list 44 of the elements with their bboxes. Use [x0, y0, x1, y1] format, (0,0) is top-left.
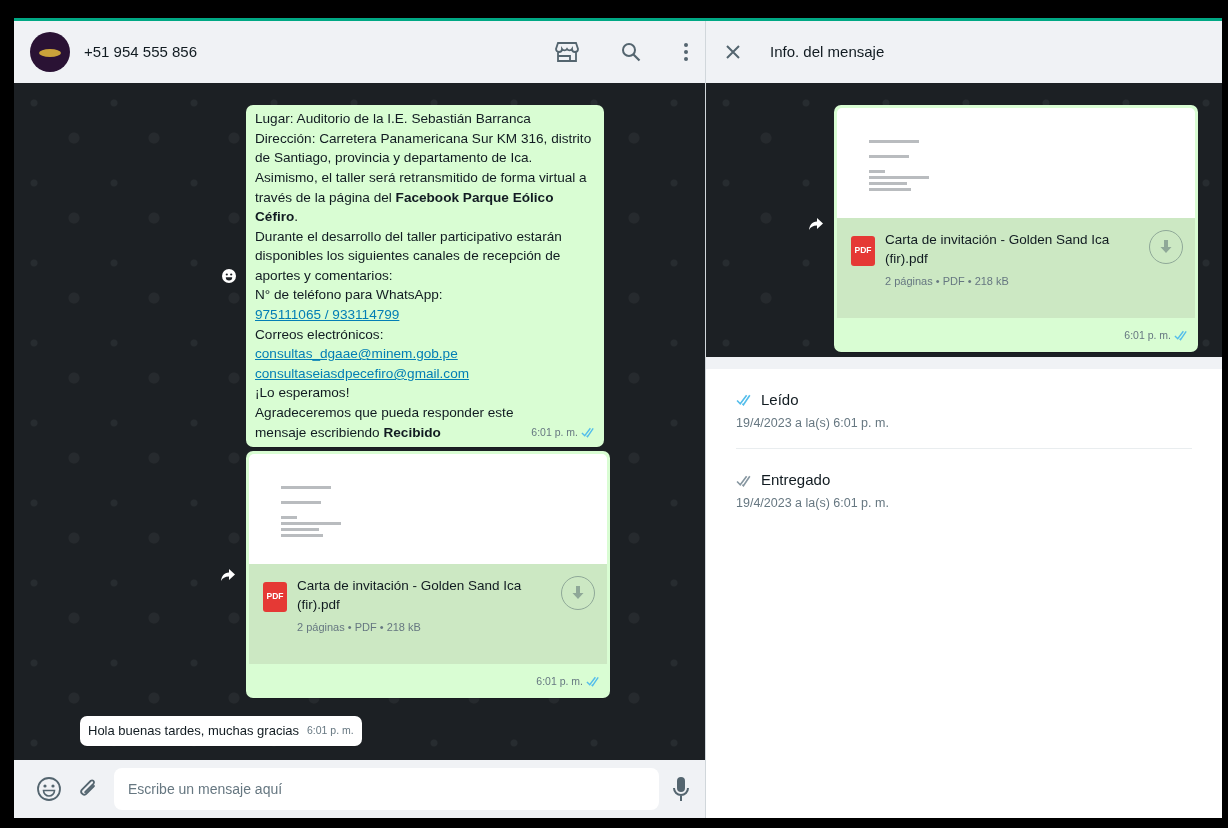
- timestamp: 6:01 p. m.: [1124, 327, 1171, 343]
- message-text: Lugar: Auditorio de la I.E. Sebastián Barranca: [255, 110, 532, 129]
- message-text: N° de teléfono para WhatsApp:: [255, 286, 444, 305]
- file-details: 2 páginas • PDF • 218 kB: [297, 620, 422, 636]
- panel-title: Info. del mensaje: [770, 41, 885, 62]
- avatar[interactable]: [30, 32, 70, 72]
- forward-icon[interactable]: [220, 567, 236, 582]
- timestamp: 6:01 p. m.: [531, 424, 578, 440]
- file-name: Carta de invitación - Golden Sand Ica (fir).pdf: [885, 231, 1111, 268]
- download-arrow-icon: [572, 586, 584, 601]
- emoji-icon[interactable]: [36, 776, 62, 802]
- message-text: Asimismo, el taller será retransmitido de forma virtual a través de la página del Facebook Parque Eólico Céfiro.: [255, 168, 588, 227]
- message-input[interactable]: Escribe un mensaje aquí: [114, 768, 659, 810]
- message-text: Durante el desarrollo del taller participativo estarán disponibles los siguientes canales de recepción de aportes y comentarios:: [255, 227, 563, 285]
- receipt-time: 19/4/2023 a la(s) 6:01 p. m.: [736, 494, 890, 512]
- forward-icon[interactable]: [808, 217, 824, 231]
- document-message-bubble[interactable]: PDF Carta de invitación - Golden Sand Ica (fir).pdf 2 páginas • PDF • 218 kB 6:01 p. m.: [834, 105, 1198, 353]
- receipt-status: Leído: [761, 390, 799, 410]
- message-link[interactable]: consultaseiasdpecefiro@gmail.com: [255, 363, 596, 384]
- microphone-icon[interactable]: [673, 776, 689, 802]
- message-text: Hola buenas tardes, muchas gracias: [88, 722, 299, 741]
- file-type-badge: PDF: [851, 236, 875, 266]
- file-details: 2 páginas • PDF • 218 kB: [885, 274, 1010, 289]
- message-text: Correos electrónicos:: [255, 325, 385, 344]
- document-message-bubble[interactable]: PDF Carta de invitación - Golden Sand Ica (fir).pdf 2 páginas • PDF • 218 kB 6:01 p. m.: [246, 451, 610, 699]
- timestamp: 6:01 p. m.: [536, 673, 583, 689]
- message-text: Dirección: Carretera Panamericana Sur KM 316, distrito de Santiago, provincia y departamento de Ica.: [255, 129, 593, 168]
- message-link[interactable]: 975111065 / 933114799: [255, 305, 596, 325]
- search-icon[interactable]: [621, 42, 641, 62]
- close-icon[interactable]: [726, 45, 740, 59]
- download-arrow-icon: [1160, 240, 1172, 254]
- store-icon[interactable]: [555, 41, 579, 63]
- receipt-status: Entregado: [761, 470, 831, 491]
- message-text: ¡Lo esperamos!: [255, 384, 351, 403]
- message-link[interactable]: consultas_dgaae@minem.gob.pe: [255, 344, 596, 364]
- file-name: Carta de invitación - Golden Sand Ica (fir).pdf: [297, 577, 523, 615]
- timestamp: 6:01 p. m.: [307, 723, 354, 739]
- message-text: Agradeceremos que pueda responder este mensaje escribiendo Recibido: [255, 404, 515, 442]
- document-preview-drawing: [869, 140, 929, 191]
- document-preview-drawing: [281, 486, 341, 538]
- emoji-reaction-icon[interactable]: [222, 269, 236, 284]
- file-type-badge: PDF: [263, 582, 287, 613]
- receipt-time: 19/4/2023 a la(s) 6:01 p. m.: [736, 414, 890, 432]
- menu-icon[interactable]: [683, 42, 689, 62]
